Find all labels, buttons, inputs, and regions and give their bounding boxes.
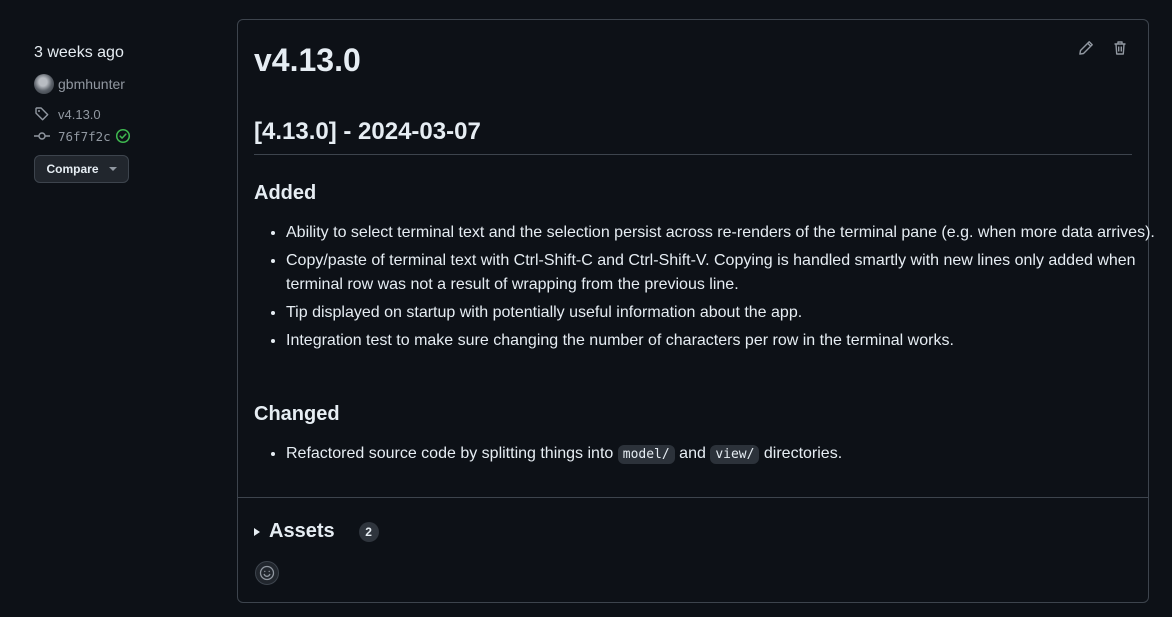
item-text: directories. [759, 445, 843, 462]
add-reaction-button[interactable] [255, 561, 279, 585]
divider [238, 497, 1148, 498]
added-list: Ability to select terminal text and the … [254, 221, 1156, 357]
changed-heading: Changed [254, 403, 340, 425]
list-item: Integration test to make sure changing t… [286, 329, 1156, 353]
check-circle-icon[interactable] [115, 128, 131, 144]
assets-label: Assets [269, 520, 335, 542]
tag-link[interactable]: v4.13.0 [34, 105, 214, 123]
release-sidebar: 3 weeks ago gbmhunter v4.13.0 76f7f2c Co… [34, 44, 214, 183]
pencil-icon[interactable] [1078, 40, 1094, 56]
avatar [34, 74, 54, 94]
list-item: Refactored source code by splitting thin… [286, 442, 1156, 467]
chevron-down-icon [108, 167, 117, 171]
item-text: and [674, 445, 711, 462]
release-actions [1078, 40, 1128, 56]
item-text: Refactored source code by splitting thin… [286, 445, 618, 462]
code-span: model/ [617, 445, 675, 464]
commit-sha[interactable]: 76f7f2c [58, 129, 111, 144]
release-time: 3 weeks ago [34, 44, 124, 61]
triangle-right-icon [254, 527, 260, 536]
changed-list: Refactored source code by splitting thin… [254, 442, 1156, 471]
added-heading: Added [254, 182, 317, 204]
compare-label: Compare [46, 162, 99, 176]
git-commit-icon [34, 128, 50, 144]
tag-icon [34, 106, 50, 122]
author-name[interactable]: gbmhunter [58, 76, 125, 92]
compare-button[interactable]: Compare [34, 155, 129, 183]
smiley-icon [259, 565, 275, 581]
code-span: view/ [710, 445, 760, 464]
list-item: Ability to select terminal text and the … [286, 221, 1156, 245]
list-item: Tip displayed on startup with potentiall… [286, 301, 1156, 325]
tag-label[interactable]: v4.13.0 [58, 107, 101, 122]
list-item: Copy/paste of terminal text with Ctrl-Sh… [286, 249, 1156, 297]
assets-toggle[interactable]: Assets 2 [254, 520, 379, 543]
release-heading: [4.13.0] - 2024-03-07 [254, 118, 1132, 155]
author-link[interactable]: gbmhunter [34, 74, 214, 94]
release-card: v4.13.0 [4.13.0] - 2024-03-07 Added Abil… [237, 19, 1155, 603]
assets-count-badge: 2 [358, 521, 379, 542]
release-title[interactable]: v4.13.0 [254, 42, 361, 79]
commit-link[interactable]: 76f7f2c [34, 127, 214, 145]
trash-icon[interactable] [1112, 40, 1128, 56]
